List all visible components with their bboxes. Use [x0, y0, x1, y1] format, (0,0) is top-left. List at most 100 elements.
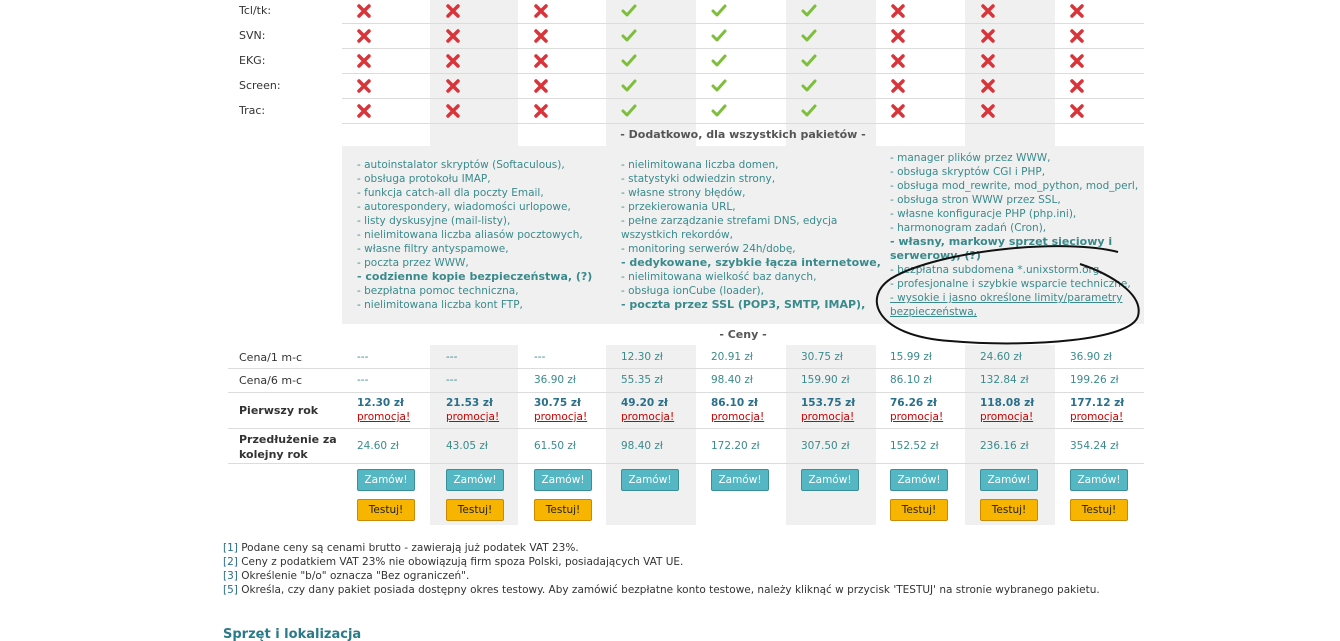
- row-divider: [342, 23, 1144, 24]
- cross-icon: [356, 4, 372, 18]
- cross-icon: [1069, 79, 1085, 93]
- extras-item: - harmonogram zadań (Cron),: [890, 222, 1047, 234]
- test-button[interactable]: Testuj!: [980, 499, 1038, 521]
- extras-item: - funkcja catch-all dla poczty Email,: [357, 187, 544, 199]
- price-1m: 36.90 zł: [1070, 351, 1112, 363]
- footnote-number: [3]: [223, 570, 238, 582]
- price-6m: 199.26 zł: [1070, 374, 1119, 386]
- check-icon: [621, 29, 637, 43]
- cross-icon: [356, 79, 372, 93]
- cross-icon: [445, 29, 461, 43]
- cross-icon: [1069, 29, 1085, 43]
- column-bg-8-lower: [965, 345, 1055, 525]
- promo-link[interactable]: promocja!: [1070, 411, 1123, 423]
- footnote: [2] Ceny z podatkiem VAT 23% nie obowiąz…: [223, 555, 1100, 569]
- extras-item: - obsługa stron WWW przez SSL,: [890, 194, 1061, 206]
- cross-icon: [533, 54, 549, 68]
- cross-icon: [533, 79, 549, 93]
- test-button[interactable]: Testuj!: [534, 499, 592, 521]
- price-6m: ---: [357, 374, 369, 386]
- check-icon: [801, 104, 817, 118]
- extras-item: - obsługa mod_rewrite, mod_python, mod_p…: [890, 180, 1139, 192]
- extras-item: - własne filtry antyspamowe,: [357, 243, 509, 255]
- price-renewal: 172.20 zł: [711, 440, 760, 452]
- footnotes: [1] Podane ceny są cenami brutto - zawie…: [223, 541, 1100, 597]
- price-first-year: 21.53 zł: [446, 397, 493, 409]
- feature-label: Screen:: [239, 79, 281, 92]
- order-button[interactable]: Zamów!: [357, 469, 415, 491]
- order-button[interactable]: Zamów!: [446, 469, 504, 491]
- test-button[interactable]: Testuj!: [357, 499, 415, 521]
- price-6m: 159.90 zł: [801, 374, 850, 386]
- order-button[interactable]: Zamów!: [1070, 469, 1128, 491]
- cross-icon: [890, 104, 906, 118]
- extras-item: - poczta przez WWW,: [357, 257, 469, 269]
- cross-icon: [356, 29, 372, 43]
- promo-link[interactable]: promocja!: [980, 411, 1033, 423]
- promo-link[interactable]: promocja!: [357, 411, 410, 423]
- row-divider: [228, 463, 1144, 464]
- order-button[interactable]: Zamów!: [801, 469, 859, 491]
- cross-icon: [890, 4, 906, 18]
- cross-icon: [980, 104, 996, 118]
- test-button[interactable]: Testuj!: [890, 499, 948, 521]
- extras-item: - autorespondery, wiadomości urlopowe,: [357, 201, 571, 213]
- extras-item: - pełne zarządzanie strefami DNS, edycja: [621, 215, 838, 227]
- promo-link[interactable]: promocja!: [801, 411, 854, 423]
- extras-item: - obsługa skryptów CGI i PHP,: [890, 166, 1046, 178]
- order-button[interactable]: Zamów!: [534, 469, 592, 491]
- promo-link[interactable]: promocja!: [711, 411, 764, 423]
- promo-link[interactable]: promocja!: [621, 411, 674, 423]
- extras-item: - poczta przez SSL (POP3, SMTP, IMAP),: [621, 298, 866, 311]
- cross-icon: [1069, 54, 1085, 68]
- order-button[interactable]: Zamów!: [890, 469, 948, 491]
- cross-icon: [980, 79, 996, 93]
- extras-item: - monitoring serwerów 24h/dobę,: [621, 243, 796, 255]
- price-label: Cena/6 m-c: [239, 374, 303, 387]
- footnote-number: [1]: [223, 542, 238, 554]
- price-label: kolejny rok: [239, 448, 308, 461]
- cross-icon: [980, 4, 996, 18]
- price-first-year: 153.75 zł: [801, 397, 856, 409]
- promo-link[interactable]: promocja!: [446, 411, 499, 423]
- order-button[interactable]: Zamów!: [621, 469, 679, 491]
- footnote: [5] Określa, czy dany pakiet posiada dos…: [223, 583, 1100, 597]
- row-divider: [342, 123, 1144, 124]
- extras-column-2: - nielimitowana liczba domen, - statystyk…: [621, 158, 881, 312]
- row-divider: [342, 48, 1144, 49]
- feature-label: Trac:: [239, 104, 266, 117]
- price-renewal: 354.24 zł: [1070, 440, 1119, 452]
- price-first-year: 118.08 zł: [980, 397, 1035, 409]
- footnote-text: Określa, czy dany pakiet posiada dostępn…: [237, 584, 1100, 596]
- extras-item: wszystkich rekordów,: [621, 229, 733, 241]
- price-1m: ---: [534, 351, 546, 363]
- order-button[interactable]: Zamów!: [711, 469, 769, 491]
- check-icon: [621, 4, 637, 18]
- price-1m: 30.75 zł: [801, 351, 843, 363]
- price-renewal: 43.05 zł: [446, 440, 488, 452]
- cross-icon: [445, 104, 461, 118]
- check-icon: [711, 104, 727, 118]
- cross-icon: [1069, 104, 1085, 118]
- check-icon: [621, 104, 637, 118]
- promo-link[interactable]: promocja!: [890, 411, 943, 423]
- footnote-number: [5]: [223, 584, 238, 596]
- test-button[interactable]: Testuj!: [1070, 499, 1128, 521]
- feature-label: SVN:: [239, 29, 266, 42]
- footnote-number: [2]: [223, 556, 238, 568]
- extras-item: - nielimitowana liczba kont FTP,: [357, 299, 523, 311]
- extras-item: - codzienne kopie bezpieczeństwa, (?): [357, 270, 593, 283]
- footnote-text: Określenie "b/o" oznacza "Bez ograniczeń…: [237, 570, 470, 582]
- test-button[interactable]: Testuj!: [446, 499, 504, 521]
- price-renewal: 152.52 zł: [890, 440, 939, 452]
- price-1m: ---: [446, 351, 458, 363]
- price-6m: 98.40 zł: [711, 374, 753, 386]
- promo-link[interactable]: promocja!: [534, 411, 587, 423]
- extras-item: - nielimitowana liczba domen,: [621, 159, 779, 171]
- check-icon: [711, 4, 727, 18]
- price-1m: 20.91 zł: [711, 351, 753, 363]
- cross-icon: [890, 29, 906, 43]
- price-1m: 15.99 zł: [890, 351, 932, 363]
- price-1m: 24.60 zł: [980, 351, 1022, 363]
- order-button[interactable]: Zamów!: [980, 469, 1038, 491]
